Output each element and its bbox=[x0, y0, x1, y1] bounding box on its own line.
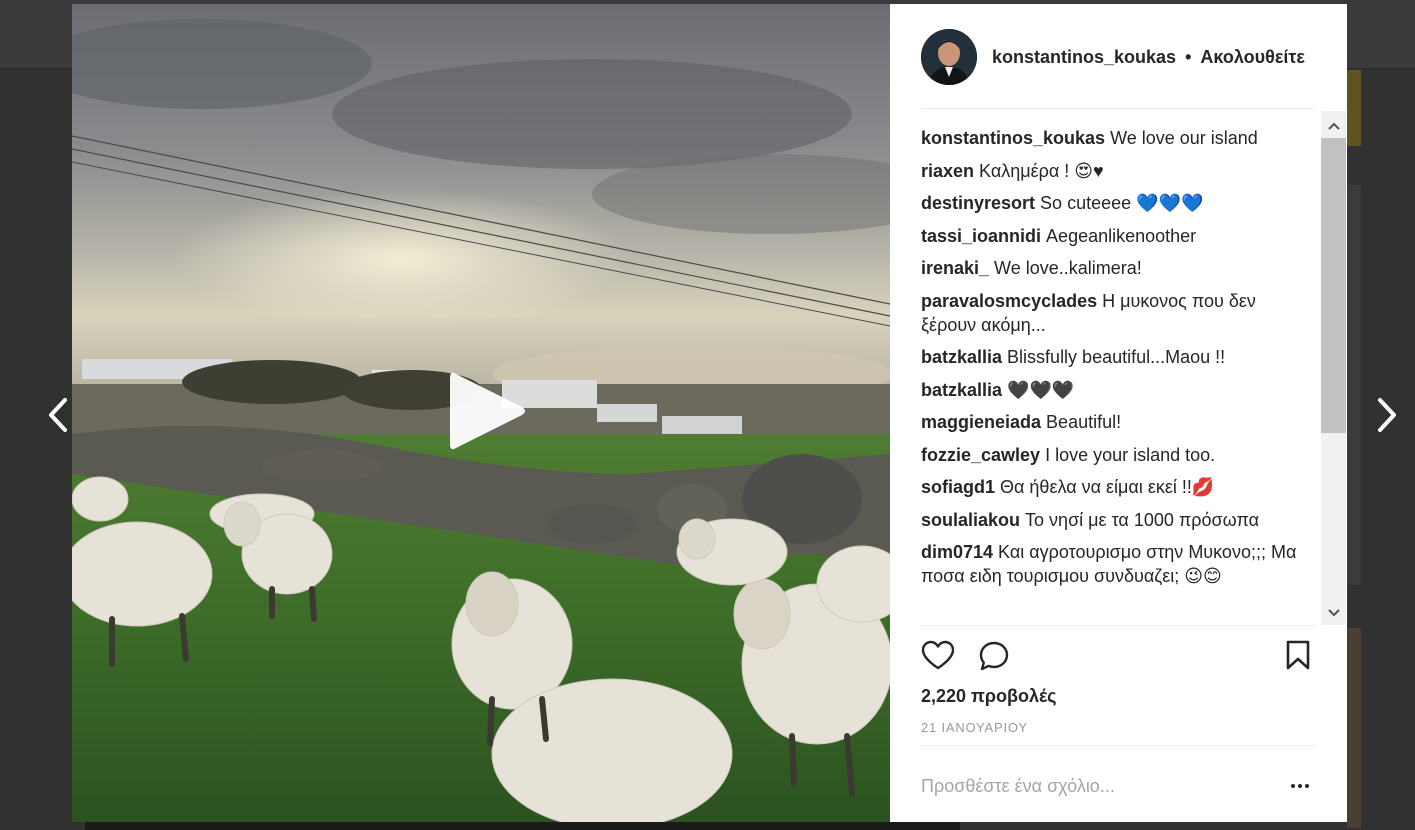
action-bar bbox=[921, 625, 1315, 674]
comment-item: riaxen Καλημέρα ! 😍♥ bbox=[921, 159, 1311, 183]
background-thumbnail bbox=[1347, 185, 1361, 585]
comment-item: fozzie_cawley I love your island too. bbox=[921, 443, 1311, 467]
caret-up-icon bbox=[1327, 122, 1340, 130]
comment-item: irenaki_ We love..kalimera! bbox=[921, 256, 1311, 280]
comment-item: tassi_ioannidi Aegeanlikenoother bbox=[921, 224, 1311, 248]
header-separator: • bbox=[1185, 47, 1192, 67]
comment-text: Blissfully beautiful...Maou !! bbox=[1007, 347, 1226, 367]
comment-text: So cuteeee 💙💙💙 bbox=[1040, 193, 1204, 213]
comments-section[interactable]: konstantinos_koukas We love our island ria… bbox=[921, 111, 1321, 625]
comment-username-link[interactable]: fozzie_cawley bbox=[921, 445, 1040, 465]
comment-text: 🖤🖤🖤 bbox=[1007, 379, 1075, 400]
ellipsis-icon bbox=[1298, 784, 1302, 788]
view-count[interactable]: 2,220 προβολές bbox=[921, 686, 1056, 707]
comment-username-link[interactable]: batzkallia bbox=[921, 380, 1002, 400]
comment-text: Aegeanlikenoother bbox=[1046, 225, 1197, 246]
comment-text: Θα ήθελα να είμαι εκεί !!💋 bbox=[1000, 477, 1215, 497]
comment-button[interactable] bbox=[978, 640, 1010, 677]
comments-scrollbar[interactable] bbox=[1321, 111, 1346, 625]
play-button[interactable] bbox=[442, 366, 528, 456]
like-button[interactable] bbox=[921, 640, 955, 675]
comment-username-link[interactable]: irenaki_ bbox=[921, 258, 989, 278]
comment-text: I love your island too. bbox=[1045, 444, 1216, 465]
post-modal: konstantinos_koukas • Ακολουθείτε konsta… bbox=[72, 4, 1347, 822]
comment-username-link[interactable]: riaxen bbox=[921, 161, 974, 181]
comment-item: batzkallia Blissfully beautiful...Maou !! bbox=[921, 345, 1311, 369]
comment-text: Το νησί με τα 1000 πρόσωπα bbox=[1025, 509, 1260, 530]
chevron-left-icon bbox=[49, 398, 67, 432]
save-button[interactable] bbox=[1285, 640, 1311, 675]
comment-username-link[interactable]: paravalosmcyclades bbox=[921, 291, 1097, 311]
comment-username-link[interactable]: dim0714 bbox=[921, 542, 993, 562]
comment-text: We love our island bbox=[1110, 128, 1258, 148]
ellipsis-icon bbox=[1291, 784, 1295, 788]
comment-username-link[interactable]: sofiagd1 bbox=[921, 477, 995, 497]
comment-username-link[interactable]: batzkallia bbox=[921, 347, 1002, 367]
play-icon bbox=[450, 372, 525, 450]
comment-item: soulaliakou Το νησί με τα 1000 πρόσωπα bbox=[921, 508, 1311, 532]
chevron-right-icon bbox=[1378, 398, 1396, 432]
comment-item: dim0714 Και αγροτουρισμο στην Μυκονο;;; Μ… bbox=[921, 540, 1311, 588]
following-button[interactable]: Ακολουθείτε bbox=[1200, 47, 1305, 67]
comment-username-link[interactable]: destinyresort bbox=[921, 193, 1035, 213]
post-header: konstantinos_koukas • Ακολουθείτε bbox=[921, 28, 1315, 109]
comment-item: konstantinos_koukas We love our island bbox=[921, 126, 1311, 150]
scroll-down-button[interactable] bbox=[1321, 601, 1346, 625]
comment-item: sofiagd1 Θα ήθελα να είμαι εκεί !!💋 bbox=[921, 475, 1311, 499]
ellipsis-icon bbox=[1305, 784, 1309, 788]
comment-username-link[interactable]: maggieneiada bbox=[921, 412, 1041, 432]
speech-bubble-icon bbox=[979, 641, 1009, 671]
background-thumbnail bbox=[1347, 628, 1361, 828]
comment-item: maggieneiada Beautiful! bbox=[921, 410, 1311, 434]
comment-username-link[interactable]: konstantinos_koukas bbox=[921, 128, 1105, 148]
comment-text: We love..kalimera! bbox=[994, 258, 1142, 278]
add-comment-input[interactable] bbox=[921, 772, 1251, 800]
header-text: konstantinos_koukas • Ακολουθείτε bbox=[992, 47, 1305, 68]
previous-post-button[interactable] bbox=[44, 395, 72, 435]
divider bbox=[921, 745, 1315, 746]
post-date[interactable]: 21 ΙΑΝΟΥΑΡΙΟΥ bbox=[921, 720, 1028, 735]
comment-item: destinyresort So cuteeee 💙💙💙 bbox=[921, 191, 1311, 215]
profile-photo bbox=[921, 29, 977, 85]
bookmark-icon bbox=[1286, 640, 1310, 670]
comment-item: batzkallia 🖤🖤🖤 bbox=[921, 378, 1311, 402]
next-post-button[interactable] bbox=[1373, 395, 1401, 435]
more-options-button[interactable] bbox=[1285, 776, 1315, 796]
comment-item: paravalosmcyclades Η μυκονος που δεν ξέρο… bbox=[921, 289, 1311, 337]
scroll-up-button[interactable] bbox=[1321, 114, 1346, 138]
caret-down-icon bbox=[1327, 609, 1340, 617]
comment-text: Beautiful! bbox=[1046, 412, 1122, 432]
comment-username-link[interactable]: soulaliakou bbox=[921, 510, 1020, 530]
post-side-panel: konstantinos_koukas • Ακολουθείτε konsta… bbox=[890, 4, 1347, 822]
comment-username-link[interactable]: tassi_ioannidi bbox=[921, 226, 1041, 246]
background-thumbnail-strip bbox=[85, 822, 960, 830]
comment-text: Καλημέρα ! 😍♥ bbox=[979, 160, 1104, 181]
post-author-link[interactable]: konstantinos_koukas bbox=[992, 47, 1176, 67]
heart-icon bbox=[921, 640, 955, 670]
background-thumbnail bbox=[1347, 70, 1361, 146]
comments-list: konstantinos_koukas We love our island ria… bbox=[921, 126, 1311, 597]
video-player[interactable] bbox=[72, 4, 890, 822]
avatar[interactable] bbox=[921, 29, 977, 85]
scroll-thumb[interactable] bbox=[1321, 138, 1346, 433]
